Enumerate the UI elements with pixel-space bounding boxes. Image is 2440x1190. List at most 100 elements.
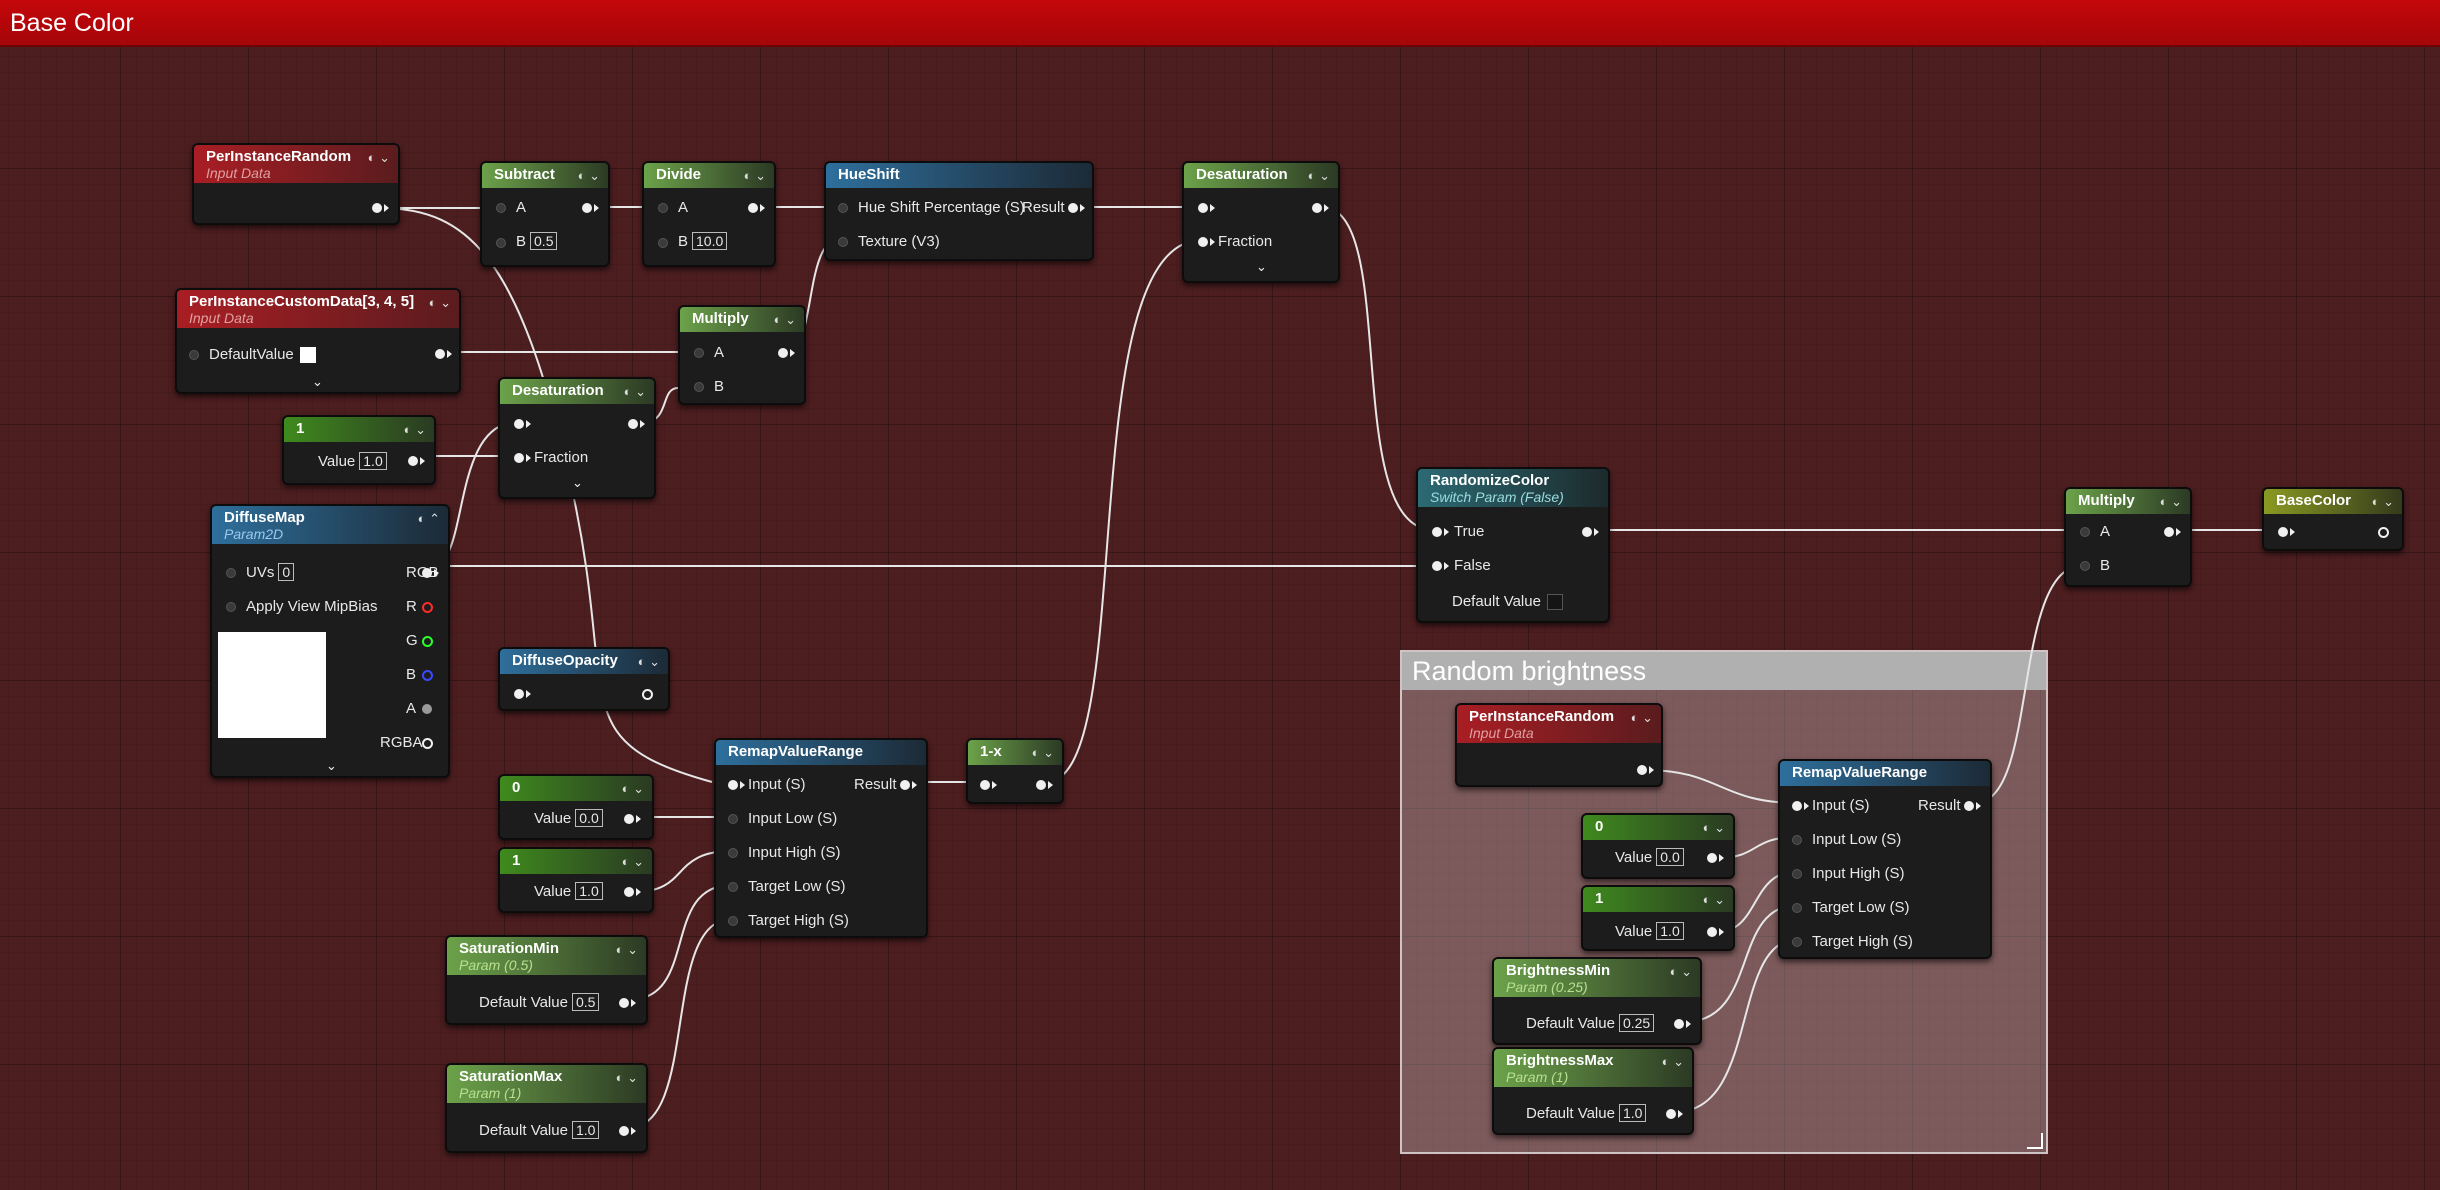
input-pin[interactable] [514,419,524,429]
node-brightness-min[interactable]: BrightnessMin Param (0.25) ◐ ⌄ Default Val… [1492,957,1702,1045]
input-pin[interactable] [2278,527,2288,537]
expand-chevron-icon[interactable]: ⌄ [1256,259,1267,275]
output-pin-r[interactable] [422,602,433,613]
input-pin[interactable] [514,689,524,699]
preview-chevron-icon[interactable]: ◐ ⌄ [624,384,646,400]
input-pin[interactable] [980,780,990,790]
input-pin[interactable] [728,916,738,926]
input-pin[interactable] [728,882,738,892]
input-pin-true[interactable] [1432,527,1442,537]
output-pin[interactable] [1964,801,1974,811]
input-pin[interactable] [1792,903,1802,913]
expand-chevron-icon[interactable]: ⌄ [572,475,583,491]
node-multiply[interactable]: Multiply ◐ ⌄ A B [678,305,806,405]
output-pin[interactable] [1707,853,1717,863]
input-pin[interactable] [694,382,704,392]
preview-chevron-icon[interactable]: ◐ ⌄ [1032,745,1054,761]
value-input[interactable]: 0.5 [530,232,558,250]
input-pin[interactable] [1198,203,1208,213]
preview-chevron-icon[interactable]: ◐ ⌄ [1703,820,1725,836]
input-pin[interactable] [1792,801,1802,811]
preview-chevron-icon[interactable]: ◐ ⌄ [1308,168,1330,184]
preview-chevron-icon[interactable]: ◐ ⌄ [368,150,390,166]
preview-chevron-icon[interactable]: ◐ ⌄ [1662,1054,1684,1070]
node-one-minus[interactable]: 1-x ◐ ⌄ [966,738,1064,804]
input-pin[interactable] [496,203,506,213]
input-pin[interactable] [728,780,738,790]
node-per-instance-random[interactable]: PerInstanceRandom Input Data ◐ ⌄ [1455,703,1663,787]
input-pin[interactable] [728,848,738,858]
input-pin[interactable] [658,238,668,248]
color-swatch[interactable] [299,347,316,364]
node-constant[interactable]: 1 ◐ ⌄ Value 1.0 [1581,885,1735,951]
output-pin[interactable] [642,689,653,700]
node-multiply[interactable]: Multiply ◐ ⌄ A B [2064,487,2192,587]
output-pin[interactable] [619,998,629,1008]
input-pin[interactable] [226,602,236,612]
input-pin-false[interactable] [1432,561,1442,571]
preview-chevron-icon[interactable]: ◐ ⌄ [429,295,451,311]
output-pin[interactable] [582,203,592,213]
output-pin[interactable] [2164,527,2174,537]
output-pin[interactable] [408,456,418,466]
output-pin[interactable] [1707,927,1717,937]
input-pin[interactable] [694,348,704,358]
node-divide[interactable]: Divide ◐ ⌄ A B 10.0 [642,161,776,267]
node-constant[interactable]: 0 ◐ ⌄ Value 0.0 [1581,813,1735,879]
node-constant[interactable]: 1 ◐ ⌄ Value 1.0 [498,847,654,913]
output-pin[interactable] [1312,203,1322,213]
value-input[interactable]: 0.0 [575,809,603,827]
input-pin[interactable] [658,203,668,213]
preview-chevron-icon[interactable]: ◐ ⌄ [1670,964,1692,980]
output-pin[interactable] [1582,527,1592,537]
value-input[interactable]: 1.0 [359,452,387,470]
node-saturation-max[interactable]: SaturationMax Param (1) ◐ ⌄ Default Value 1… [445,1063,648,1153]
node-per-instance-random[interactable]: PerInstanceRandom Input Data ◐ ⌄ [192,143,400,225]
node-diffuse-map[interactable]: DiffuseMap Param2D ◐ ⌃ UVs 0 Apply View Mip… [210,504,450,778]
node-subtract[interactable]: Subtract ◐ ⌄ A B 0.5 [480,161,610,267]
output-pin[interactable] [435,349,445,359]
input-pin[interactable] [189,350,199,360]
preview-chevron-icon[interactable]: ◐ ⌄ [1631,710,1653,726]
input-pin[interactable] [1198,237,1208,247]
default-checkbox[interactable] [1546,594,1563,611]
input-pin[interactable] [838,237,848,247]
output-pin[interactable] [628,419,638,429]
output-pin-b[interactable] [422,670,433,681]
preview-chevron-icon[interactable]: ◐ ⌄ [622,854,644,870]
output-pin[interactable] [1036,780,1046,790]
value-input[interactable]: 1.0 [1656,922,1684,940]
input-pin[interactable] [1792,937,1802,947]
output-pin[interactable] [619,1126,629,1136]
node-randomize-color[interactable]: RandomizeColor Switch Param (False) True … [1416,467,1610,623]
value-input[interactable]: 1.0 [575,882,603,900]
output-pin[interactable] [2378,527,2389,538]
preview-chevron-icon[interactable]: ◐ ⌄ [744,168,766,184]
node-desaturation[interactable]: Desaturation ◐ ⌄ Fraction ⌄ [498,377,656,499]
output-pin-g[interactable] [422,636,433,647]
node-remap-value-range[interactable]: RemapValueRange Input (S) Input Low (S) … [714,738,928,938]
value-input[interactable]: 0.5 [571,993,600,1011]
input-pin[interactable] [728,814,738,824]
output-pin-rgba[interactable] [422,738,433,749]
node-base-color[interactable]: BaseColor ◐ ⌄ [2262,487,2404,551]
input-pin[interactable] [2080,527,2090,537]
value-input[interactable]: 1.0 [1618,1104,1647,1122]
value-input[interactable]: 1.0 [571,1121,600,1139]
output-pin[interactable] [372,203,382,213]
output-pin[interactable] [1637,765,1647,775]
preview-chevron-icon[interactable]: ◐ ⌄ [1703,892,1725,908]
node-remap-value-range[interactable]: RemapValueRange Input (S) Input Low (S) … [1778,759,1992,959]
output-pin[interactable] [778,348,788,358]
value-input[interactable]: 0.25 [1618,1014,1655,1032]
preview-chevron-icon[interactable]: ◐ ⌄ [774,312,796,328]
output-pin[interactable] [1674,1019,1684,1029]
input-pin[interactable] [1792,835,1802,845]
output-pin[interactable] [1068,203,1078,213]
preview-chevron-up-icon[interactable]: ◐ ⌃ [418,511,440,527]
output-pin-a[interactable] [422,704,432,714]
node-diffuse-opacity[interactable]: DiffuseOpacity ◐ ⌄ [498,647,670,711]
output-pin[interactable] [900,780,910,790]
output-pin[interactable] [1666,1109,1676,1119]
preview-chevron-icon[interactable]: ◐ ⌄ [622,781,644,797]
